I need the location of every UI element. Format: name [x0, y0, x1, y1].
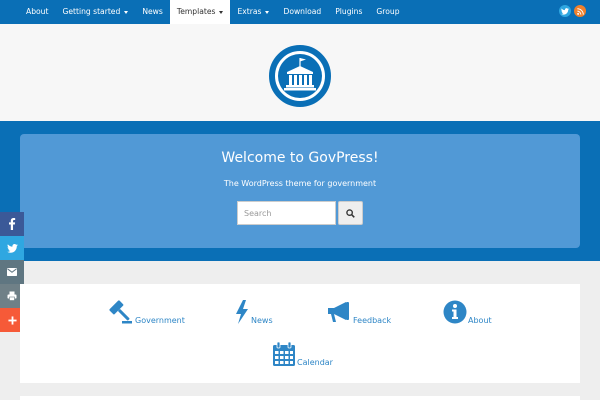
nav-item-label: Getting started: [62, 7, 121, 16]
print-icon: [7, 291, 17, 301]
facebook-icon: [9, 218, 16, 230]
nav-item-templates[interactable]: Templates: [169, 0, 231, 24]
feature-link-news[interactable]: News: [234, 299, 273, 325]
feature-link-government[interactable]: Government: [108, 299, 185, 325]
nav-item-label: Group: [376, 7, 400, 16]
twitter-icon[interactable]: [559, 5, 571, 17]
hero-subtitle: The WordPress theme for government: [223, 179, 377, 188]
content-panel: [20, 396, 580, 400]
feature-label: Calendar: [297, 358, 333, 367]
nav-item-label: About: [26, 7, 49, 16]
feature-label: Government: [135, 316, 185, 325]
nav-item-download[interactable]: Download: [276, 0, 328, 24]
twitter-share-button[interactable]: [0, 236, 24, 260]
nav-item-getting-started[interactable]: Getting started: [55, 0, 135, 24]
info-icon: [443, 300, 467, 324]
caret-down-icon: [265, 10, 270, 14]
feature-link-feedback[interactable]: Feedback: [326, 299, 391, 325]
hero-panel: Welcome to GovPress! The WordPress theme…: [20, 134, 580, 248]
rss-icon[interactable]: [574, 5, 586, 17]
search-input[interactable]: [237, 201, 336, 225]
nav-item-group[interactable]: Group: [369, 0, 406, 24]
search-icon: [346, 208, 355, 218]
lightning-bolt-icon: [236, 300, 248, 324]
nav-item-plugins[interactable]: Plugins: [328, 0, 369, 24]
twitter-icon: [6, 243, 18, 253]
feature-links-panel: Government News Feedback About Calendar: [20, 284, 580, 383]
caret-down-icon: [219, 10, 224, 14]
nav-item-extras[interactable]: Extras: [230, 0, 276, 24]
capitol-building-icon: [269, 45, 331, 107]
nav-item-label: Extras: [237, 7, 262, 16]
facebook-share-button[interactable]: [0, 212, 24, 236]
feature-label: About: [468, 316, 492, 325]
nav-item-about[interactable]: About: [19, 0, 55, 24]
hero-title: Welcome to GovPress!: [221, 150, 379, 166]
site-header: [0, 24, 600, 121]
hero-section: Welcome to GovPress! The WordPress theme…: [0, 121, 600, 261]
email-share-button[interactable]: [0, 260, 24, 284]
gavel-icon: [109, 300, 132, 324]
feature-link-about[interactable]: About: [443, 299, 492, 325]
plus-icon: [7, 315, 17, 325]
caret-down-icon: [124, 10, 129, 14]
feature-label: Feedback: [353, 316, 392, 325]
nav-menu: About Getting started News Templates Ext…: [19, 0, 407, 24]
nav-item-label: Plugins: [335, 7, 363, 16]
email-icon: [7, 268, 17, 276]
feature-label: News: [251, 316, 273, 325]
nav-item-label: News: [142, 7, 163, 16]
search-button[interactable]: [338, 201, 363, 225]
social-links: [559, 5, 586, 17]
nav-item-label: Download: [283, 7, 322, 16]
nav-item-label: Templates: [176, 7, 216, 16]
top-navigation: About Getting started News Templates Ext…: [0, 0, 600, 24]
feature-link-calendar[interactable]: Calendar: [272, 341, 333, 367]
nav-item-news[interactable]: News: [135, 0, 170, 24]
calendar-icon: [273, 341, 295, 366]
megaphone-icon: [328, 302, 349, 322]
site-logo[interactable]: [268, 44, 332, 108]
